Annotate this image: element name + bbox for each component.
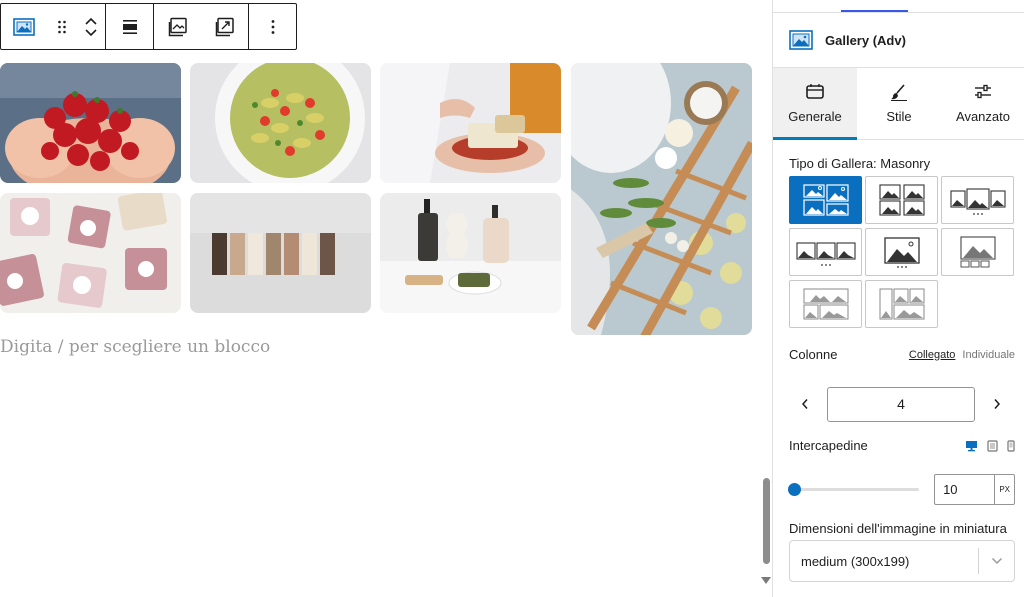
carousel-layout-icon (949, 188, 1006, 215)
gallery-image-handmade-soaps[interactable] (0, 193, 181, 313)
gap-range-control: 10 PX (788, 473, 1016, 505)
block-movers (77, 4, 105, 49)
gap-slider-thumb[interactable] (788, 482, 801, 496)
masonry-gallery (0, 63, 752, 335)
layout-option-slider[interactable] (865, 228, 938, 276)
tab-label: Avanzato (956, 109, 1010, 124)
more-options-icon[interactable] (249, 4, 296, 49)
toolbar-group-media (154, 4, 249, 49)
columns-row: Colonne Collegato Individuale (789, 347, 1015, 362)
toolbar-group-more (249, 4, 296, 49)
layout-option-mosaic[interactable] (865, 280, 938, 328)
tab-generale[interactable]: Generale (773, 68, 857, 140)
tiles-layout-icon (803, 288, 848, 320)
layout-option-tiles[interactable] (789, 280, 862, 328)
columns-stepper: 4 (789, 386, 1015, 422)
layout-option-thumbnail-slider[interactable] (941, 228, 1014, 276)
tab-label: Generale (788, 109, 842, 124)
settings-sidebar: Gallery (Adv) Generale Stile Avanzato Ti… (772, 0, 1024, 597)
gallery-block-icon[interactable] (1, 4, 47, 49)
grid-layout-icon (878, 184, 925, 216)
editor-canvas: Digita / per scegliere un blocco (0, 0, 772, 597)
table-icon (806, 84, 824, 99)
desktop-icon[interactable] (965, 440, 978, 452)
columns-label: Colonne (789, 347, 838, 362)
crop-icon[interactable] (201, 4, 248, 49)
layout-option-masonry[interactable] (789, 176, 862, 224)
gallery-image-pasta-salad[interactable] (190, 63, 371, 183)
gallery-block-icon (789, 30, 813, 50)
gallery-image-soap-row[interactable] (190, 193, 371, 313)
block-toolbar (0, 3, 297, 50)
masonry-layout-icon (802, 184, 849, 216)
mosaic-layout-icon (879, 288, 924, 320)
columns-mode-linked[interactable]: Collegato (909, 349, 955, 361)
move-down-icon[interactable] (84, 28, 98, 37)
gap-row: Intercapedine (789, 438, 1015, 453)
gap-number-input[interactable]: 10 (934, 473, 996, 505)
move-up-icon[interactable] (84, 17, 98, 26)
block-title: Gallery (Adv) (825, 32, 906, 48)
editor-scrollbar[interactable] (760, 0, 772, 597)
fluid-carousel-layout-icon (795, 242, 856, 266)
chevron-down-icon[interactable] (979, 557, 1014, 565)
scrollbar-thumb[interactable] (763, 478, 770, 564)
gap-unit-select[interactable]: PX (995, 473, 1016, 505)
slider-layout-icon (883, 237, 920, 268)
block-appender-placeholder[interactable]: Digita / per scegliere un blocco (0, 337, 270, 357)
gallery-image-bathroom-bottles[interactable] (380, 193, 561, 313)
layout-option-carousel[interactable] (941, 176, 1014, 224)
layout-option-fluid-carousel[interactable] (789, 228, 862, 276)
gap-slider-track[interactable] (788, 482, 920, 496)
chevron-left-icon[interactable] (789, 386, 821, 422)
block-card: Gallery (Adv) (773, 13, 1024, 68)
gallery-layout-picker (789, 176, 1015, 328)
replace-image-icon[interactable] (154, 4, 201, 49)
thumbnail-size-label: Dimensioni dell'immagine in miniatura (789, 521, 1007, 536)
thumbnail-slider-layout-icon (959, 236, 996, 268)
align-icon[interactable] (106, 4, 153, 49)
tablet-icon[interactable] (987, 439, 998, 452)
gallery-image-strawberries[interactable] (0, 63, 181, 183)
drag-handle-icon[interactable] (47, 4, 77, 49)
brush-icon (891, 84, 907, 101)
thumbnail-size-value: medium (300x199) (801, 553, 910, 569)
tab-avanzato[interactable]: Avanzato (941, 68, 1024, 139)
columns-value[interactable]: 4 (827, 386, 975, 422)
tab-stile[interactable]: Stile (857, 68, 941, 139)
thumbnail-size-select[interactable]: medium (300x199) (789, 540, 1015, 582)
sliders-icon (975, 84, 991, 99)
gap-label: Intercapedine (789, 438, 868, 453)
gallery-type-label: Tipo di Gallera: Masonry (789, 156, 931, 171)
scroll-down-icon[interactable] (761, 577, 771, 584)
columns-mode-individual[interactable]: Individuale (962, 349, 1015, 361)
toolbar-group-align (106, 4, 154, 49)
panel-tabs: Generale Stile Avanzato (773, 68, 1024, 140)
gallery-image-bath-tray[interactable] (571, 63, 752, 335)
tab-label: Stile (886, 109, 912, 124)
chevron-right-icon[interactable] (981, 386, 1013, 422)
layout-option-grid[interactable] (865, 176, 938, 224)
gallery-image-hands-soap[interactable] (380, 63, 561, 183)
device-switcher (965, 439, 1015, 452)
mobile-icon[interactable] (1007, 439, 1015, 452)
toolbar-group-block (1, 4, 106, 49)
active-sidebar-tab-indicator (841, 10, 908, 12)
